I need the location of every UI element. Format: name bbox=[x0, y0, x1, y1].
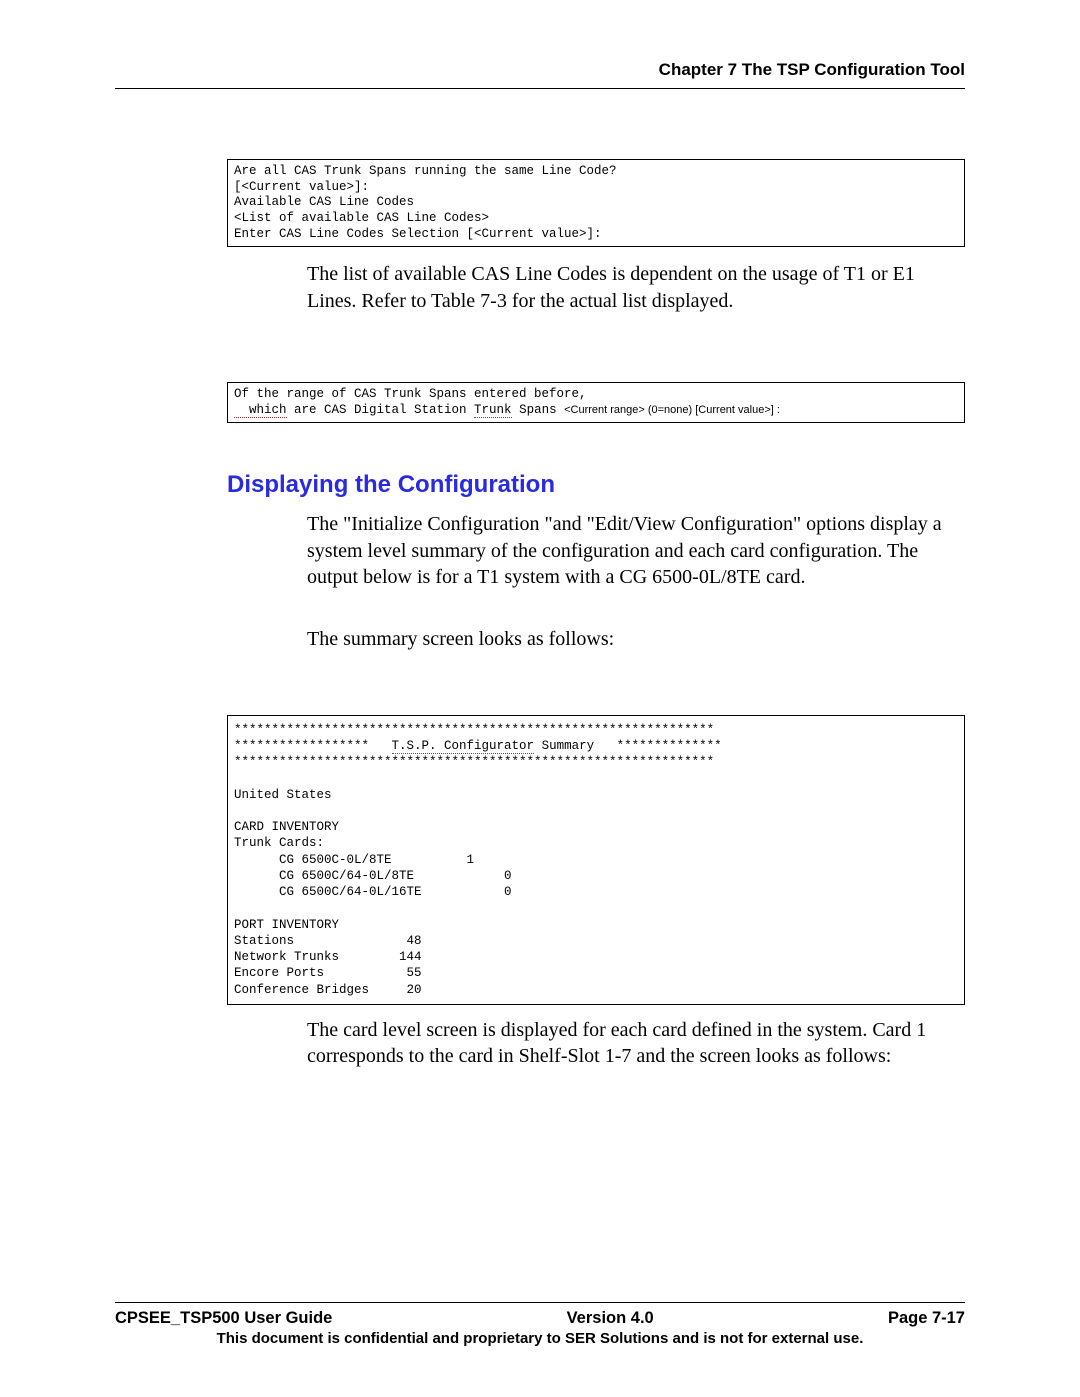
footer-right: Page 7-17 bbox=[888, 1309, 965, 1328]
code-line: ****************************************… bbox=[234, 755, 714, 769]
terminal-box-cas-line-codes: Are all CAS Trunk Spans running the same… bbox=[227, 159, 965, 247]
code-fragment: are CAS Digital Station bbox=[287, 403, 475, 417]
code-line: <List of available CAS Line Codes> bbox=[234, 211, 489, 225]
code-line: Enter CAS Line Codes Selection [<Current… bbox=[234, 227, 602, 241]
code-line: CG 6500C-0L/8TE 1 bbox=[234, 853, 474, 867]
code-line: CG 6500C/64-0L/16TE 0 bbox=[234, 885, 512, 899]
page-footer: CPSEE_TSP500 User Guide Version 4.0 Page… bbox=[115, 1302, 965, 1347]
footer-center: Version 4.0 bbox=[567, 1309, 654, 1328]
paragraph: The "Initialize Configuration "and "Edit… bbox=[307, 511, 965, 590]
paragraph: The list of available CAS Line Codes is … bbox=[307, 261, 965, 314]
terminal-box-summary: ****************************************… bbox=[227, 715, 965, 1005]
code-fragment-underlined: T.S.P. Configurator bbox=[392, 739, 535, 754]
code-fragment: Summary ************** bbox=[534, 739, 722, 753]
page-header: Chapter 7 The TSP Configuration Tool bbox=[115, 60, 965, 89]
code-fragment: Spans bbox=[512, 403, 565, 417]
page: Chapter 7 The TSP Configuration Tool Are… bbox=[0, 0, 1080, 1397]
code-line: Network Trunks 144 bbox=[234, 950, 422, 964]
code-fragment-underlined: which bbox=[234, 403, 287, 418]
code-line: PORT INVENTORY bbox=[234, 918, 339, 932]
code-line: [<Current value>]: bbox=[234, 180, 369, 194]
code-line: ****************************************… bbox=[234, 723, 714, 737]
code-line: CG 6500C/64-0L/8TE 0 bbox=[234, 869, 512, 883]
footer-left: CPSEE_TSP500 User Guide bbox=[115, 1309, 332, 1328]
code-line: United States bbox=[234, 788, 332, 802]
code-line: Are all CAS Trunk Spans running the same… bbox=[234, 164, 617, 178]
paragraph: The summary screen looks as follows: bbox=[307, 626, 965, 652]
footer-row: CPSEE_TSP500 User Guide Version 4.0 Page… bbox=[115, 1309, 965, 1328]
code-fragment: ****************** bbox=[234, 739, 392, 753]
code-line: Trunk Cards: bbox=[234, 836, 324, 850]
terminal-box-cas-trunk-spans: Of the range of CAS Trunk Spans entered … bbox=[227, 382, 965, 423]
code-line: CARD INVENTORY bbox=[234, 820, 339, 834]
code-line: Encore Ports 55 bbox=[234, 966, 422, 980]
code-line: Stations 48 bbox=[234, 934, 422, 948]
paragraph: The card level screen is displayed for e… bbox=[307, 1017, 965, 1070]
footer-rule bbox=[115, 1302, 965, 1303]
code-line: Available CAS Line Codes bbox=[234, 195, 414, 209]
section-heading: Displaying the Configuration bbox=[227, 471, 965, 499]
code-line: Of the range of CAS Trunk Spans entered … bbox=[234, 387, 587, 401]
content-area: Are all CAS Trunk Spans running the same… bbox=[115, 159, 965, 1070]
code-fragment-underlined: Trunk bbox=[474, 403, 512, 418]
code-line: Conference Bridges 20 bbox=[234, 983, 422, 997]
footer-confidential-note: This document is confidential and propri… bbox=[115, 1330, 965, 1347]
code-fragment-small: <Current range> (0=none) [Current value>… bbox=[564, 404, 780, 416]
